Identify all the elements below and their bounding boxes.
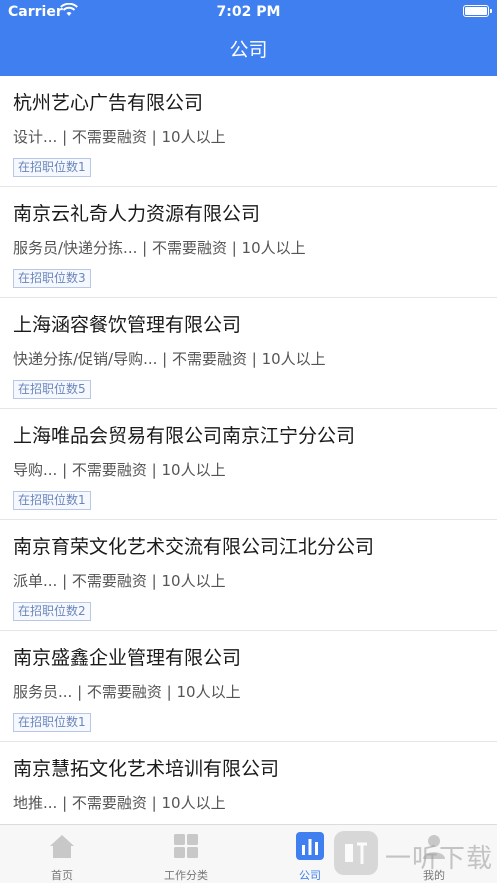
company-meta: 快递分拣/促销/导购... | 不需要融资 | 10人以上 xyxy=(13,350,326,368)
company-name: 南京育荣文化艺术交流有限公司江北分公司 xyxy=(13,536,375,558)
battery-icon xyxy=(463,5,492,17)
company-name: 上海唯品会贸易有限公司南京江宁分公司 xyxy=(13,425,356,447)
grid-icon xyxy=(174,834,198,858)
job-count-badge: 在招职位数2 xyxy=(13,602,91,621)
company-item[interactable]: 上海涵容餐饮管理有限公司 快递分拣/促销/导购... | 不需要融资 | 10人… xyxy=(0,298,497,409)
job-count-badge: 在招职位数3 xyxy=(13,269,91,288)
company-meta: 派单... | 不需要融资 | 10人以上 xyxy=(13,572,226,590)
listen-logo-icon xyxy=(334,831,378,875)
company-name: 南京慧拓文化艺术培训有限公司 xyxy=(13,758,280,780)
company-item[interactable]: 南京云礼奇人力资源有限公司 服务员/快递分拣... | 不需要融资 | 10人以… xyxy=(0,187,497,298)
company-meta: 导购... | 不需要融资 | 10人以上 xyxy=(13,461,226,479)
job-count-badge: 在招职位数1 xyxy=(13,713,91,732)
company-item[interactable]: 杭州艺心广告有限公司 设计... | 不需要融资 | 10人以上 在招职位数1 xyxy=(0,76,497,187)
company-meta: 地推... | 不需要融资 | 10人以上 xyxy=(13,794,226,812)
tab-label: 工作分类 xyxy=(164,869,208,882)
company-list: 杭州艺心广告有限公司 设计... | 不需要融资 | 10人以上 在招职位数1 … xyxy=(0,76,497,824)
watermark-text: 一听下载 xyxy=(385,844,494,874)
company-name: 杭州艺心广告有限公司 xyxy=(13,92,204,114)
page-title: 公司 xyxy=(229,39,268,61)
tab-label: 首页 xyxy=(51,869,73,882)
company-meta: 设计... | 不需要融资 | 10人以上 xyxy=(13,128,226,146)
bar-chart-icon xyxy=(296,832,324,860)
home-icon xyxy=(50,835,74,858)
job-count-badge: 在招职位数1 xyxy=(13,491,91,510)
company-name: 南京盛鑫企业管理有限公司 xyxy=(13,647,242,669)
company-meta: 服务员... | 不需要融资 | 10人以上 xyxy=(13,683,241,701)
company-item[interactable]: 南京盛鑫企业管理有限公司 服务员... | 不需要融资 | 10人以上 在招职位… xyxy=(0,631,497,742)
company-name: 上海涵容餐饮管理有限公司 xyxy=(13,314,242,336)
company-item[interactable]: 南京慧拓文化艺术培训有限公司 地推... | 不需要融资 | 10人以上 xyxy=(0,742,497,824)
nav-bar: 公司 xyxy=(0,24,497,76)
job-count-badge: 在招职位数5 xyxy=(13,380,91,399)
company-meta: 服务员/快递分拣... | 不需要融资 | 10人以上 xyxy=(13,239,306,257)
clock: 7:02 PM xyxy=(216,4,281,20)
company-item[interactable]: 上海唯品会贸易有限公司南京江宁分公司 导购... | 不需要融资 | 10人以上… xyxy=(0,409,497,520)
tab-home[interactable]: 首页 xyxy=(0,825,124,883)
company-item[interactable]: 南京育荣文化艺术交流有限公司江北分公司 派单... | 不需要融资 | 10人以… xyxy=(0,520,497,631)
company-name: 南京云礼奇人力资源有限公司 xyxy=(13,203,261,225)
status-bar: Carrier 7:02 PM xyxy=(0,0,497,24)
watermark: 一听下载 xyxy=(327,824,497,883)
job-count-badge: 在招职位数1 xyxy=(13,158,91,177)
tab-job-categories[interactable]: 工作分类 xyxy=(124,825,248,883)
